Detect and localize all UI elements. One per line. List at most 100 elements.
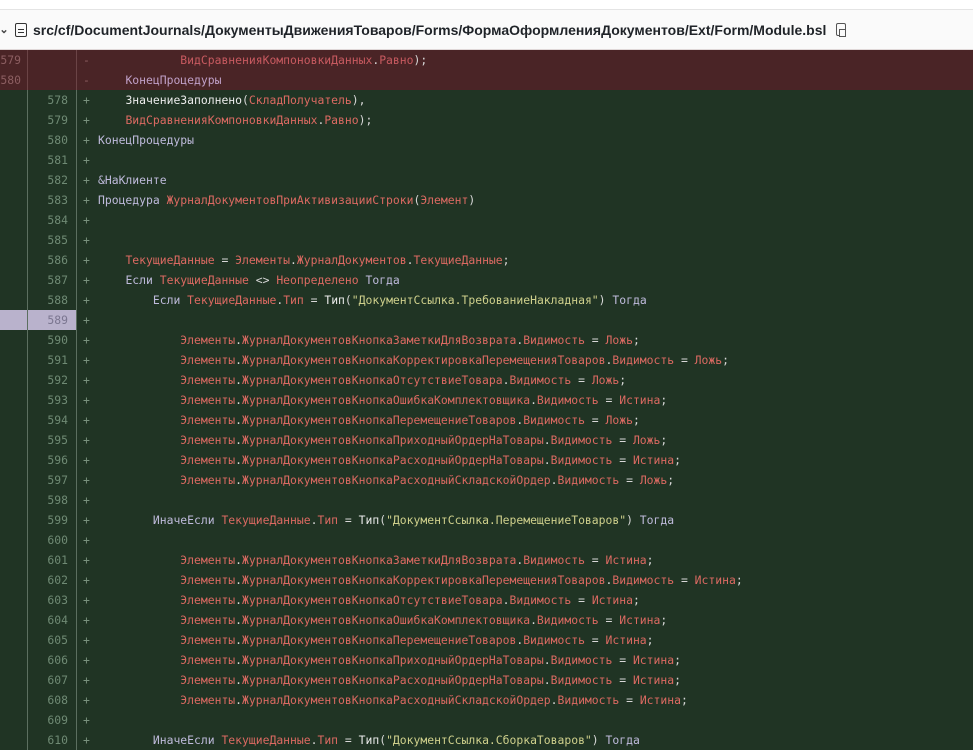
old-line-number[interactable] bbox=[0, 390, 28, 410]
new-line-number[interactable]: 610 bbox=[28, 730, 77, 750]
new-line-number[interactable]: 603 bbox=[28, 590, 77, 610]
old-line-number[interactable] bbox=[0, 190, 28, 210]
new-line-number[interactable]: 585 bbox=[28, 230, 77, 250]
old-line-number[interactable] bbox=[0, 350, 28, 370]
old-line-number[interactable] bbox=[0, 590, 28, 610]
new-line-number[interactable]: 609 bbox=[28, 710, 77, 730]
old-line-number[interactable] bbox=[0, 310, 28, 330]
code-token: Тогда bbox=[632, 513, 675, 527]
code-token: "ДокументСсылка.ПеремещениеТоваров" bbox=[386, 513, 627, 527]
new-line-number[interactable]: 601 bbox=[28, 550, 77, 570]
new-line-number[interactable]: 589 bbox=[28, 310, 77, 330]
code-text: Элементы.ЖурналДокументовКнопкаПриходный… bbox=[98, 430, 667, 450]
old-line-number[interactable] bbox=[0, 530, 28, 550]
old-line-number[interactable] bbox=[0, 730, 28, 750]
old-line-number[interactable] bbox=[0, 670, 28, 690]
new-line-number[interactable]: 608 bbox=[28, 690, 77, 710]
code-token: Элементы bbox=[180, 413, 236, 427]
old-line-number[interactable] bbox=[0, 150, 28, 170]
added-line: 603 + Элементы.ЖурналДокументовКнопкаОтсу… bbox=[0, 590, 973, 610]
new-line-number[interactable]: 579 bbox=[28, 110, 77, 130]
plus-sign: + bbox=[83, 253, 90, 267]
old-line-number[interactable] bbox=[0, 230, 28, 250]
code-token: ; bbox=[632, 593, 640, 607]
old-line-number[interactable] bbox=[0, 570, 28, 590]
old-line-number[interactable] bbox=[0, 650, 28, 670]
added-line: 589 + bbox=[0, 310, 973, 330]
code-token: Истина bbox=[591, 593, 633, 607]
code-token: . bbox=[543, 653, 551, 667]
new-line-number[interactable]: 584 bbox=[28, 210, 77, 230]
code-token: ; bbox=[619, 373, 627, 387]
code-token: ЖурналДокументовКнопкаПриходныйОрдерНаТо… bbox=[242, 653, 544, 667]
old-line-number[interactable] bbox=[0, 270, 28, 290]
new-line-number[interactable]: 580 bbox=[28, 130, 77, 150]
old-line-number[interactable] bbox=[0, 250, 28, 270]
new-line-number[interactable]: 592 bbox=[28, 370, 77, 390]
old-line-number[interactable] bbox=[0, 450, 28, 470]
new-line-number[interactable]: 590 bbox=[28, 330, 77, 350]
new-line-number[interactable]: 594 bbox=[28, 410, 77, 430]
new-line-number[interactable]: 595 bbox=[28, 430, 77, 450]
new-line-number[interactable]: 586 bbox=[28, 250, 77, 270]
new-line-number[interactable]: 597 bbox=[28, 470, 77, 490]
new-line-number[interactable]: 588 bbox=[28, 290, 77, 310]
code-token: . bbox=[530, 613, 537, 627]
file-icon bbox=[15, 22, 27, 37]
new-line-number[interactable]: 593 bbox=[28, 390, 77, 410]
new-line-number[interactable]: 587 bbox=[28, 270, 77, 290]
new-line-number[interactable]: 600 bbox=[28, 530, 77, 550]
old-line-number[interactable] bbox=[0, 90, 28, 110]
code-token: ИначеЕсли bbox=[152, 513, 222, 527]
code-token: ; bbox=[632, 333, 640, 347]
code-token: &НаКлиенте bbox=[98, 173, 167, 187]
new-line-number[interactable]: 582 bbox=[28, 170, 77, 190]
old-line-number[interactable] bbox=[0, 490, 28, 510]
old-line-number[interactable] bbox=[0, 430, 28, 450]
old-line-number[interactable] bbox=[0, 290, 28, 310]
new-line-number[interactable]: 604 bbox=[28, 610, 77, 630]
new-line-number[interactable]: 605 bbox=[28, 630, 77, 650]
new-line-number[interactable]: 602 bbox=[28, 570, 77, 590]
old-line-number[interactable] bbox=[0, 510, 28, 530]
new-line-number[interactable] bbox=[28, 50, 77, 70]
old-line-number[interactable] bbox=[0, 630, 28, 650]
added-line: 585 + bbox=[0, 230, 973, 250]
new-line-number[interactable]: 578 bbox=[28, 90, 77, 110]
old-line-number[interactable] bbox=[0, 130, 28, 150]
new-line-number[interactable]: 607 bbox=[28, 670, 77, 690]
old-line-number[interactable] bbox=[0, 170, 28, 190]
old-line-number[interactable] bbox=[0, 690, 28, 710]
old-line-number[interactable]: 579 bbox=[0, 50, 28, 70]
old-line-number[interactable] bbox=[0, 110, 28, 130]
copy-icon[interactable] bbox=[836, 23, 847, 37]
new-line-number[interactable]: 598 bbox=[28, 490, 77, 510]
code-token: Элементы bbox=[180, 613, 236, 627]
new-line-number[interactable]: 581 bbox=[28, 150, 77, 170]
new-line-number[interactable]: 599 bbox=[28, 510, 77, 530]
old-line-number[interactable] bbox=[0, 370, 28, 390]
code-token: = bbox=[598, 393, 620, 407]
old-line-number[interactable] bbox=[0, 330, 28, 350]
new-line-number[interactable] bbox=[28, 70, 77, 90]
old-line-number[interactable] bbox=[0, 710, 28, 730]
old-line-number[interactable]: 580 bbox=[0, 70, 28, 90]
code-token: Видимость bbox=[509, 373, 572, 387]
old-line-number[interactable] bbox=[0, 470, 28, 490]
old-line-number[interactable] bbox=[0, 210, 28, 230]
old-line-number[interactable] bbox=[0, 410, 28, 430]
code-token: Ложь bbox=[632, 433, 661, 447]
added-line: 597 + Элементы.ЖурналДокументовКнопкаРасх… bbox=[0, 470, 973, 490]
new-line-number[interactable]: 591 bbox=[28, 350, 77, 370]
new-line-number[interactable]: 583 bbox=[28, 190, 77, 210]
old-line-number[interactable] bbox=[0, 550, 28, 570]
code-text: ВидСравненияКомпоновкиДанных.Равно); bbox=[98, 110, 372, 130]
chevron-down-icon[interactable]: ⌄ bbox=[0, 23, 11, 36]
added-line: 595 + Элементы.ЖурналДокументовКнопкаПрих… bbox=[0, 430, 973, 450]
code-token: ; bbox=[722, 353, 729, 367]
code-token: ЖурналДокументовКнопкаОшибкаКомплектовщи… bbox=[242, 613, 531, 627]
new-line-number[interactable]: 596 bbox=[28, 450, 77, 470]
code-token: . bbox=[235, 593, 243, 607]
old-line-number[interactable] bbox=[0, 610, 28, 630]
new-line-number[interactable]: 606 bbox=[28, 650, 77, 670]
